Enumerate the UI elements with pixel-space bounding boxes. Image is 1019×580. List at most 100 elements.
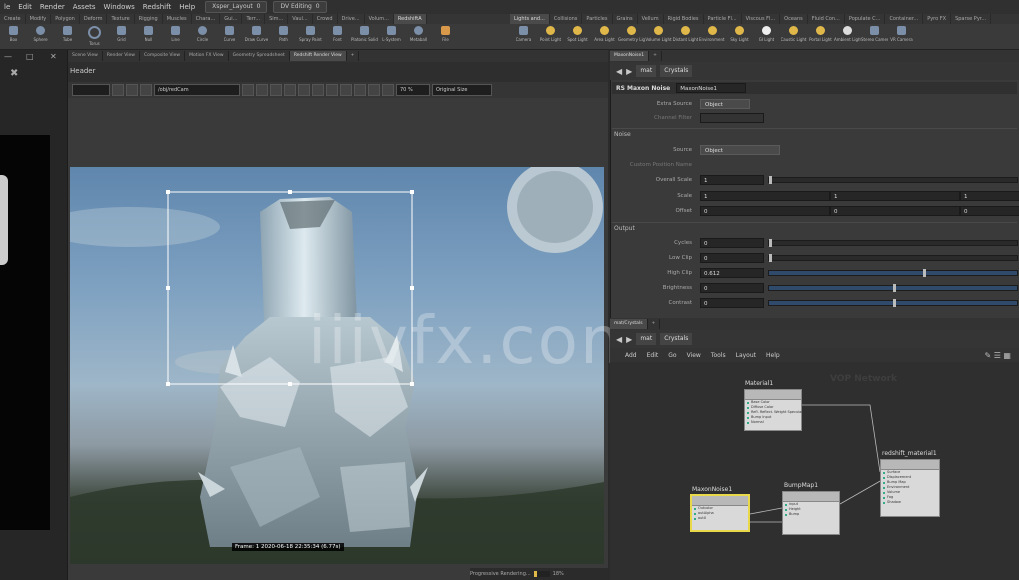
offset-y-field[interactable]: 0 (830, 206, 960, 216)
cycles-field[interactable]: 0 (700, 238, 764, 248)
menu-help[interactable]: Help (175, 3, 199, 11)
shelf-tab[interactable]: Populate C... (845, 14, 886, 24)
node-port[interactable]: Bump (783, 512, 839, 517)
tab-motion-fx[interactable]: Motion FX View (185, 51, 229, 61)
back-arrow-icon[interactable]: ◀ (616, 335, 622, 344)
low-clip-slider[interactable] (768, 254, 1018, 262)
material1-node[interactable]: Base Color Diffuse Color Refl. Reflect. … (744, 389, 803, 431)
circle-tool[interactable]: Circle (189, 24, 216, 49)
shelf-tab[interactable]: Terr... (242, 14, 266, 24)
shelf-tab[interactable]: Container... (885, 14, 924, 24)
shelf-tab[interactable]: Muscles (163, 14, 192, 24)
maxon-noise-node[interactable]: Outcolor outAlpha outX (690, 494, 750, 532)
region-icon[interactable] (140, 84, 152, 96)
spot-light-tool[interactable]: Spot Light (564, 24, 591, 49)
node-port[interactable]: outX (692, 516, 748, 521)
shelf-tab[interactable]: Sparse Pyr... (951, 14, 992, 24)
refresh-icon[interactable] (382, 84, 394, 96)
high-clip-field[interactable]: 0.612 (700, 268, 764, 278)
shelf-tab[interactable]: Particles (582, 14, 613, 24)
desktop-selector[interactable]: Xsper_Layout 0 (205, 1, 268, 13)
channel-b-icon[interactable] (284, 84, 296, 96)
add-tab-button[interactable]: + (648, 319, 661, 329)
forward-arrow-icon[interactable]: ▶ (626, 335, 632, 344)
path-crystals[interactable]: Crystals (660, 333, 693, 345)
forward-arrow-icon[interactable]: ▶ (626, 67, 632, 76)
slider-knob[interactable] (893, 299, 896, 307)
shelf-tab[interactable]: Particle Fl... (704, 14, 742, 24)
shelf-tab[interactable]: Oceans (780, 14, 808, 24)
platonic-tool[interactable]: Platonic Solids (351, 24, 378, 49)
source-select[interactable]: Object (700, 145, 780, 155)
distant-light-tool[interactable]: Distant Light (672, 24, 699, 49)
add-tab-button[interactable]: + (347, 51, 360, 61)
brightness-field[interactable]: 0 (700, 283, 764, 293)
node-name-field[interactable]: MaxonNoise1 (676, 83, 747, 93)
vr-camera-tool[interactable]: VR Camera (888, 24, 915, 49)
tab-maxon-noise[interactable]: MaxonNoise1 (610, 51, 650, 61)
maximize-icon[interactable]: □ (26, 52, 34, 61)
shelf-tab[interactable]: Pyro FX (923, 14, 952, 24)
null-tool[interactable]: Null (135, 24, 162, 49)
shelf-tab[interactable]: Collisions (550, 14, 583, 24)
torus-tool[interactable]: Torus (81, 24, 108, 49)
shelf-tab-redshift[interactable]: RedshiftA (393, 14, 427, 24)
shelf-tab[interactable]: Rigid Bodies (664, 14, 704, 24)
menu-go[interactable]: Go (663, 352, 681, 359)
spray-paint-tool[interactable]: Spray Paint (297, 24, 324, 49)
menu-render[interactable]: Render (36, 3, 69, 11)
shelf-tab[interactable]: Vellum (638, 14, 664, 24)
contrast-slider[interactable] (768, 299, 1018, 307)
network-canvas[interactable]: VOP Network Material1 Base Color Diffuse… (610, 362, 1019, 580)
shelf-tab[interactable]: Drive... (338, 14, 365, 24)
shelf-tab[interactable]: Grains (613, 14, 638, 24)
tab-geometry-spreadsheet[interactable]: Geometry Spreadsheet (229, 51, 290, 61)
camera-tool[interactable]: Camera (510, 24, 537, 49)
sky-light-tool[interactable]: Sky Light (726, 24, 753, 49)
slider-knob[interactable] (893, 284, 896, 292)
exposure-icon[interactable] (326, 84, 338, 96)
menu-redshift[interactable]: Redshift (139, 3, 175, 11)
shelf-tab[interactable]: Sim... (265, 14, 289, 24)
volume-light-tool[interactable]: Volume Light (645, 24, 672, 49)
tab-network[interactable]: mat/Crystals (610, 319, 648, 329)
ambient-light-tool[interactable]: Ambient Light (834, 24, 861, 49)
menu-file[interactable]: le (0, 3, 14, 11)
lsystem-tool[interactable]: L-System (378, 24, 405, 49)
tab-composite-view[interactable]: Composite View (140, 51, 186, 61)
environment-light-tool[interactable]: Environment Light (699, 24, 726, 49)
offset-z-field[interactable]: 0 (960, 206, 1019, 216)
stereo-camera-tool[interactable]: Stereo Camera (861, 24, 888, 49)
stop-icon[interactable] (354, 84, 366, 96)
tab-redshift-render-view[interactable]: Redshift Render View (289, 51, 347, 61)
path-mat[interactable]: mat (636, 333, 657, 345)
minimize-icon[interactable]: — (4, 52, 12, 61)
channel-g-icon[interactable] (270, 84, 282, 96)
tube-tool[interactable]: Tube (54, 24, 81, 49)
line-tool[interactable]: Line (162, 24, 189, 49)
bump-map-node[interactable]: input Height Bump (782, 491, 840, 535)
node-port[interactable]: Shadow (881, 500, 939, 505)
menu-add[interactable]: Add (620, 352, 642, 359)
shelf-tab-lights[interactable]: Lights and... (510, 14, 550, 24)
scale-x-field[interactable]: 1 (700, 191, 830, 201)
path-mat[interactable]: mat (636, 65, 657, 77)
menu-layout[interactable]: Layout (731, 352, 761, 359)
menu-help[interactable]: Help (761, 352, 785, 359)
gi-light-tool[interactable]: GI Light (753, 24, 780, 49)
point-light-tool[interactable]: Point Light (537, 24, 564, 49)
high-clip-slider[interactable] (768, 269, 1018, 277)
shelf-tab[interactable]: Fluid Con... (808, 14, 845, 24)
shelf-tab[interactable]: Texture (107, 14, 135, 24)
grid-view-icon[interactable] (242, 84, 254, 96)
wrench-icon[interactable]: ✎ ☰ ▦ (984, 351, 1011, 360)
low-clip-field[interactable]: 0 (700, 253, 764, 263)
draw-curve-tool[interactable]: Draw Curve (243, 24, 270, 49)
menu-tools[interactable]: Tools (706, 352, 731, 359)
scale-y-field[interactable]: 1 (830, 191, 960, 201)
back-arrow-icon[interactable]: ◀ (616, 67, 622, 76)
node-port[interactable]: Normal (745, 420, 801, 425)
shelf-tab[interactable]: Viscous Fl... (742, 14, 781, 24)
font-tool[interactable]: Font (324, 24, 351, 49)
sphere-tool[interactable]: Sphere (27, 24, 54, 49)
